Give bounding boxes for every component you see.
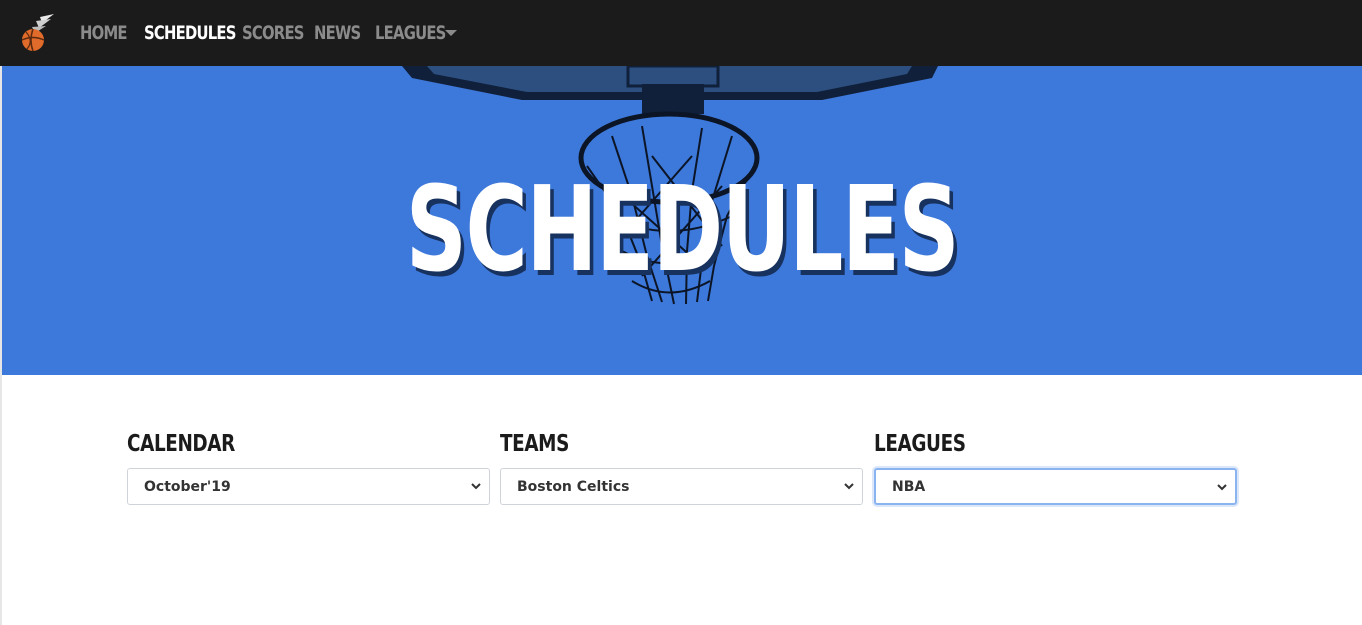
filters-row: CALENDAR October'19 TEAMS Boston Celtics… (127, 428, 1237, 508)
chevron-down-icon (471, 483, 481, 490)
teams-select[interactable]: Boston Celtics (500, 468, 863, 505)
nav-home[interactable]: HOME (80, 22, 128, 44)
chevron-down-icon (844, 483, 854, 490)
basketball-logo-icon[interactable] (18, 13, 56, 53)
calendar-label: CALENDAR (127, 431, 235, 457)
nav-scores[interactable]: SCORES (242, 22, 304, 44)
leagues-label: LEAGUES (874, 431, 966, 457)
calendar-select-value: October'19 (144, 478, 231, 495)
teams-filter: TEAMS Boston Celtics (500, 428, 863, 505)
teams-select-value: Boston Celtics (517, 478, 630, 495)
nav-leagues-label: LEAGUES (375, 22, 446, 44)
nav-leagues-dropdown[interactable]: LEAGUES (375, 22, 457, 44)
leagues-select-value: NBA (892, 478, 926, 495)
teams-label: TEAMS (500, 431, 569, 457)
nav-news[interactable]: NEWS (314, 22, 361, 44)
calendar-select[interactable]: October'19 (127, 468, 490, 505)
chevron-down-icon (1217, 484, 1227, 491)
caret-down-icon (445, 30, 457, 36)
hero-banner: SCHEDULES (2, 66, 1362, 375)
top-navbar: HOME SCHEDULES SCORES NEWS LEAGUES (0, 0, 1362, 66)
nav-schedules[interactable]: SCHEDULES (144, 22, 236, 44)
left-border (0, 66, 2, 625)
leagues-select[interactable]: NBA (874, 468, 1237, 505)
leagues-filter: LEAGUES NBA (874, 428, 1237, 505)
calendar-filter: CALENDAR October'19 (127, 428, 490, 505)
page-title: SCHEDULES (405, 160, 960, 298)
